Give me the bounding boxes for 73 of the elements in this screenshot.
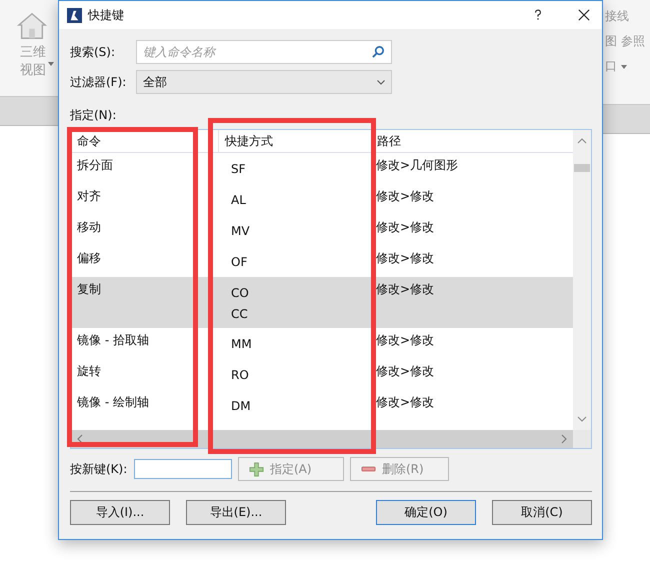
command-cell-text: 镜像 - 拾取轴 xyxy=(76,332,150,349)
shortcut-cell-text: RO xyxy=(231,368,250,382)
minus-icon xyxy=(361,466,376,472)
command-cell-text: 对齐 xyxy=(76,188,102,205)
scroll-up-icon[interactable] xyxy=(577,138,587,144)
scroll-corner xyxy=(573,430,591,448)
close-icon[interactable] xyxy=(578,9,590,21)
scroll-right-icon[interactable] xyxy=(561,434,567,444)
ribbon-label: 图 xyxy=(605,33,617,50)
table-row[interactable]: 镜像 - 拾取轴 MM 修改>修改 xyxy=(71,328,573,359)
app-logo-icon xyxy=(67,8,82,22)
new-key-field[interactable] xyxy=(134,459,232,479)
scroll-down-icon[interactable] xyxy=(577,416,587,422)
path-cell-text: 修改>修改 xyxy=(375,394,436,411)
search-field[interactable]: 键入命令名称 xyxy=(136,40,392,64)
column-header[interactable]: 快捷方式 xyxy=(219,130,372,152)
search-label: 搜索(S): xyxy=(70,44,116,60)
dialog-button[interactable]: 导出(E)... xyxy=(186,500,286,525)
vertical-scrollbar[interactable] xyxy=(573,130,591,448)
toolbar-band xyxy=(603,105,650,134)
ribbon-label: 口 xyxy=(605,58,617,75)
table-row[interactable]: 镜像 - 绘制轴 DM 修改>修改 xyxy=(71,390,573,421)
dialog-button[interactable]: 确定(O) xyxy=(376,500,476,525)
ribbon-label: 视图 xyxy=(20,62,46,80)
chevron-down-icon xyxy=(377,80,385,84)
command-cell-text: 拆分面 xyxy=(76,157,114,174)
path-cell-text: 修改>修改 xyxy=(375,250,436,267)
command-cell-text: 镜像 - 绘制轴 xyxy=(76,394,150,411)
scroll-thumb[interactable] xyxy=(574,164,590,172)
new-key-label: 按新键(K): xyxy=(70,460,128,478)
assign-label: 指定(N): xyxy=(70,107,118,124)
table-row[interactable]: 偏移 OF 修改>修改 xyxy=(71,246,573,277)
table-row[interactable]: 对齐 AL 修改>修改 xyxy=(71,184,573,215)
dialog-button[interactable]: 导入(I)... xyxy=(70,500,170,525)
ribbon-label: 三维 xyxy=(20,44,46,62)
caret-icon xyxy=(621,64,627,68)
shortcut-cell-text: SF xyxy=(231,162,247,176)
command-cell-text: 复制 xyxy=(76,281,102,298)
selected-row[interactable]: 复制 CO CC 修改>修改 xyxy=(71,277,573,328)
path-cell-text: 修改>修改 xyxy=(375,219,436,236)
dialog-button[interactable]: 取消(C) xyxy=(492,500,592,525)
path-cell-text: 修改>修改 xyxy=(375,332,436,349)
command-cell-text: 偏移 xyxy=(76,250,102,267)
command-cell-text: 移动 xyxy=(76,219,102,236)
filter-dropdown[interactable]: 全部 xyxy=(136,70,392,94)
toolbar-band xyxy=(0,97,58,126)
table-row[interactable]: 移动 MV 修改>修改 xyxy=(71,215,573,246)
ribbon-label: 接线 xyxy=(605,8,630,25)
path-cell-text: 修改>修改 xyxy=(375,188,436,205)
command-cell-text: 旋转 xyxy=(76,363,102,380)
scroll-left-icon[interactable] xyxy=(77,434,83,444)
path-cell-text: 修改>修改 xyxy=(375,281,436,298)
shortcut-cell-text: CC xyxy=(231,307,249,321)
search-icon xyxy=(372,45,385,58)
shortcut-cell-text: CO xyxy=(231,286,250,300)
shortcut-cell-text: MV xyxy=(231,224,251,238)
ribbon-label: 参照 xyxy=(621,33,645,50)
shortcut-cell-text: MM xyxy=(231,337,253,351)
shortcut-cell-text: AL xyxy=(231,193,247,207)
path-cell-text: 修改>修改 xyxy=(375,363,436,380)
column-header[interactable]: 命令 xyxy=(71,130,219,152)
caret-icon xyxy=(48,62,54,66)
help-icon[interactable] xyxy=(534,9,542,21)
table-row[interactable]: 旋转 RO 修改>修改 xyxy=(71,359,573,390)
house-icon xyxy=(16,10,48,42)
path-cell-text: 修改>几何图形 xyxy=(375,157,460,174)
window-title: 快捷键 xyxy=(88,6,125,24)
plus-icon xyxy=(249,462,264,476)
shortcut-cell-text: OF xyxy=(231,255,248,269)
filter-label: 过滤器(F): xyxy=(70,74,128,90)
horizontal-scrollbar[interactable] xyxy=(71,430,573,448)
table-row[interactable]: 拆分面 SF 修改>几何图形 xyxy=(71,153,573,184)
shortcut-cell-text: DM xyxy=(231,399,252,413)
